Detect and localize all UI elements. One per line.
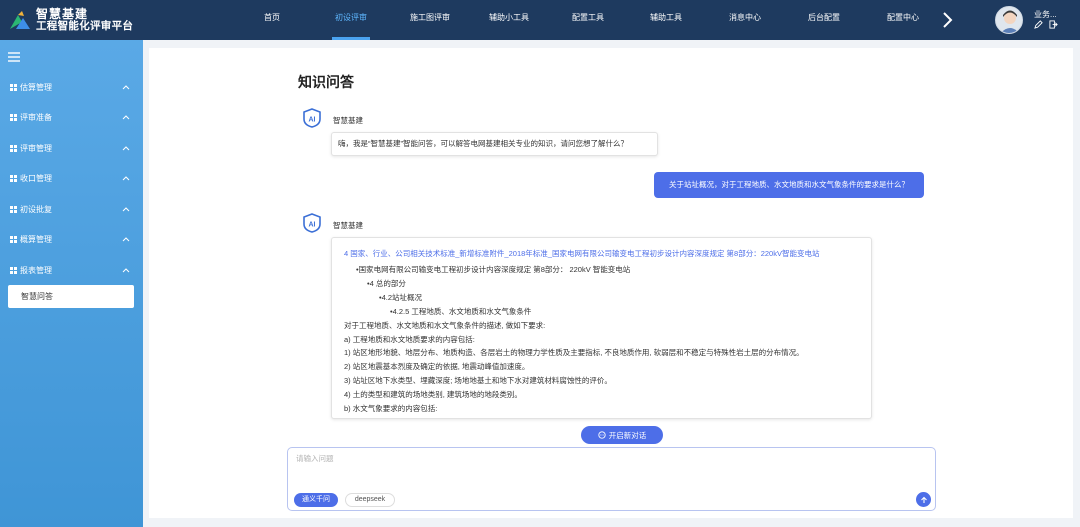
bot-name: 智慧基建: [333, 221, 363, 230]
page-title: 知识问答: [298, 74, 354, 90]
user-question-message: 关于站址概况，对于工程地质、水文地质和水文气象条件的要求是什么？: [654, 172, 924, 198]
chevron-right-icon[interactable]: [940, 10, 954, 30]
bot-name: 智慧基建: [333, 116, 363, 125]
answer-line: 2) 站区地震基本烈度及确定的依据, 地震动峰值加速度。: [344, 362, 530, 372]
sidebar-item-label: 收口管理: [20, 173, 52, 183]
sidebar-item-review-mgmt[interactable]: 评审管理: [0, 138, 143, 158]
brand-title: 智慧基建: [36, 7, 89, 22]
chevron-up-icon: [122, 237, 130, 242]
nav-assist-tools[interactable]: 辅助工具: [650, 0, 682, 40]
svg-text:AI: AI: [309, 222, 316, 229]
chevron-up-icon: [122, 115, 130, 120]
brand-subtitle: 工程智能化评审平台: [36, 19, 134, 32]
answer-line: b) 水文气象要求的内容包括:: [344, 404, 438, 414]
nav-preliminary-review[interactable]: 初设评审: [332, 0, 370, 40]
avatar[interactable]: [995, 6, 1023, 34]
sidebar-item-estimate[interactable]: 估算管理: [0, 77, 143, 97]
answer-line: •4 总的部分: [367, 278, 406, 288]
sidebar-item-closeout[interactable]: 收口管理: [0, 168, 143, 188]
answer-line: 3) 站址区地下水类型、埋藏深度; 场地地基土和地下水对建筑材料腐蚀性的评价。: [344, 376, 612, 386]
nav-message-center[interactable]: 消息中心: [729, 0, 761, 40]
nav-config-center[interactable]: 配置中心: [887, 0, 919, 40]
send-button[interactable]: [916, 492, 931, 507]
sidebar-item-review-prep[interactable]: 评审准备: [0, 107, 143, 127]
answer-line: 4) 土的类型和建筑的场地类别, 建筑场地的地段类别。: [344, 390, 522, 400]
answer-line: 1) 站区地形地貌、地层分布、地质构造、各层岩土的物理力学性质及主要指标, 不良…: [344, 348, 804, 358]
grid-icon: [10, 83, 17, 91]
grid-icon: [10, 144, 17, 152]
svg-text:AI: AI: [309, 117, 316, 124]
grid-icon: [10, 205, 17, 213]
sidebar-item-label: 概算管理: [20, 234, 52, 244]
new-chat-label: 开启新对话: [608, 430, 647, 440]
bot-answer-message: 4 国家、行业、公司相关技术标准_新增标准附件_2018年标准_国家电网有限公司…: [331, 237, 872, 419]
brand-logo-icon: [10, 11, 30, 29]
chevron-up-icon: [122, 146, 130, 151]
grid-icon: [10, 266, 17, 274]
edit-icon[interactable]: [1034, 20, 1043, 29]
menu-toggle-icon[interactable]: [8, 52, 20, 62]
logout-icon[interactable]: [1049, 20, 1058, 29]
arrow-up-icon: [920, 496, 927, 503]
grid-icon: [10, 113, 17, 121]
answer-line: •国家电网有限公司输变电工程初步设计内容深度规定 第8部分： 220kV 智能变…: [356, 265, 631, 274]
chat-bubble-icon: [598, 431, 606, 439]
chevron-up-icon: [122, 207, 130, 212]
sidebar-item-approval[interactable]: 初设批复: [0, 199, 143, 219]
sidebar-item-smart-qa[interactable]: 智慧问答: [8, 285, 134, 308]
nav-home[interactable]: 首页: [264, 0, 280, 40]
sidebar-item-label: 评审准备: [20, 112, 52, 122]
chevron-up-icon: [122, 176, 130, 181]
answer-line: 对于工程地质、水文地质和水文气象条件的描述, 做如下要求:: [344, 320, 546, 330]
model-deepseek-button[interactable]: deepseek: [345, 493, 395, 507]
answer-line: •4.2站址概况: [379, 292, 423, 302]
ai-bot-icon: AI: [303, 108, 321, 128]
app-logo[interactable]: 智慧基建 工程智能化评审平台: [0, 0, 143, 40]
question-composer: 通义千问 deepseek: [287, 447, 936, 511]
answer-line: a) 工程地质和水文地质要求的内容包括:: [344, 334, 475, 344]
model-tongyi-button[interactable]: 通义千问: [294, 493, 338, 507]
nav-construction-drawing-review[interactable]: 施工图评审: [410, 0, 450, 40]
grid-icon: [10, 174, 17, 182]
new-chat-button[interactable]: 开启新对话: [581, 426, 663, 444]
top-bar: 智慧基建 工程智能化评审平台 首页 初设评审 施工图评审 辅助小工具 配置工具 …: [0, 0, 1080, 40]
chevron-up-icon: [122, 85, 130, 90]
sidebar-item-label: 评审管理: [20, 143, 52, 153]
chevron-up-icon: [122, 268, 130, 273]
nav-backend-config[interactable]: 后台配置: [808, 0, 840, 40]
sidebar: 估算管理 评审准备 评审管理 收口管理 初设批复 概算管理 报表管理 智慧问答: [0, 40, 143, 527]
grid-icon: [10, 235, 17, 243]
sidebar-item-label: 估算管理: [20, 82, 52, 92]
bot-greeting-message: 嗨，我是“智慧基建”智能问答，可以解答电网基建相关专业的知识，请问您想了解什么？: [331, 132, 658, 156]
sidebar-item-label: 初设批复: [20, 204, 52, 214]
sidebar-item-budget[interactable]: 概算管理: [0, 229, 143, 249]
sidebar-item-label: 报表管理: [20, 265, 52, 275]
nav-config-tools[interactable]: 配置工具: [572, 0, 604, 40]
sidebar-item-reports[interactable]: 报表管理: [0, 260, 143, 280]
user-avatar-icon: [1000, 10, 1020, 33]
answer-line: •4.2.5 工程地质、水文地质和水文气象条件: [390, 306, 532, 316]
question-input[interactable]: [296, 454, 896, 463]
answer-source-link[interactable]: 4 国家、行业、公司相关技术标准_新增标准附件_2018年标准_国家电网有限公司…: [344, 248, 859, 259]
ai-bot-icon: AI: [303, 213, 321, 233]
user-name[interactable]: 业务...: [1034, 9, 1057, 20]
nav-assist-mini-tools[interactable]: 辅助小工具: [489, 0, 529, 40]
